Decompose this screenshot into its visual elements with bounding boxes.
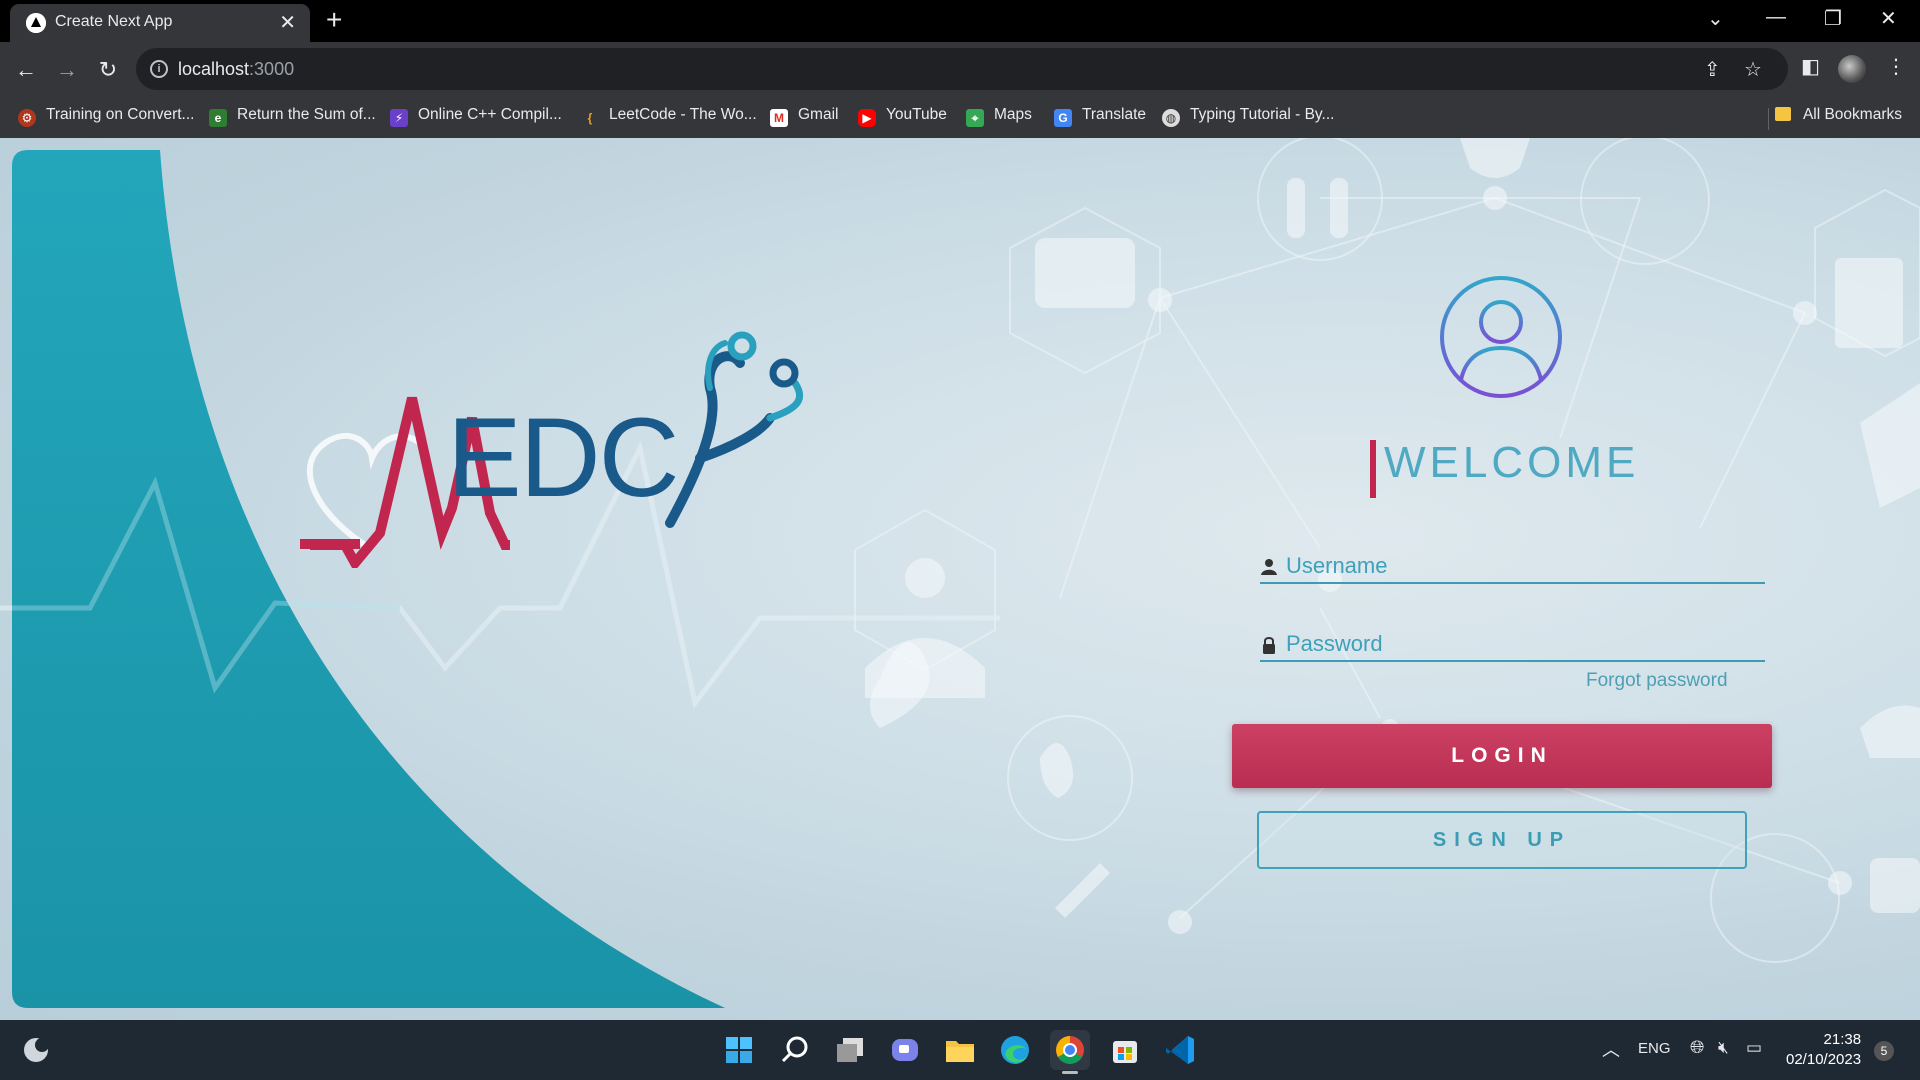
bookmark-item[interactable]: G Translate	[1054, 106, 1146, 130]
notification-badge[interactable]: 5	[1874, 1041, 1894, 1061]
bookmark-label: Return the Sum of...	[237, 106, 376, 123]
share-icon[interactable]: ⇪	[1704, 57, 1721, 82]
clock-date: 02/10/2023	[1786, 1051, 1862, 1068]
all-bookmarks-label: All Bookmarks	[1802, 106, 1902, 123]
windows-start-icon[interactable]	[719, 1030, 759, 1070]
url-text: localhost:3000	[178, 59, 294, 80]
bookmark-item[interactable]: ⚙ Training on Convert...	[18, 106, 194, 130]
close-window-button[interactable]: ✕	[1880, 6, 1897, 31]
login-button[interactable]: LOGIN	[1232, 724, 1772, 788]
menu-kebab-icon[interactable]: ⋮	[1886, 54, 1906, 79]
restore-button[interactable]: ❐	[1824, 6, 1842, 31]
clock-time: 21:38	[1823, 1031, 1862, 1048]
youtube-icon: ▶	[858, 109, 876, 127]
tab-title: Create Next App	[55, 13, 173, 30]
forgot-password-link[interactable]: Forgot password	[1586, 670, 1728, 692]
username-input[interactable]	[1286, 550, 1756, 582]
password-input[interactable]	[1286, 628, 1756, 660]
bookmarks-separator	[1768, 108, 1769, 130]
username-field	[1260, 550, 1765, 584]
forward-button[interactable]: →	[51, 54, 83, 86]
windows-taskbar: ︿ ENG 🌐︎ 🔇︎ ▭ 21:38 02/10/2023 5	[0, 1020, 1920, 1080]
globe-icon: ◍	[1162, 109, 1180, 127]
bookmark-star-icon[interactable]: ☆	[1744, 57, 1762, 82]
signup-button[interactable]: SIGN UP	[1257, 811, 1747, 869]
bookmark-item[interactable]: ⌖ Maps	[966, 106, 1032, 130]
bookmark-label: LeetCode - The Wo...	[609, 106, 757, 123]
network-icon[interactable]: 🌐︎	[1690, 1037, 1704, 1058]
teams-chat-icon[interactable]	[885, 1030, 925, 1070]
bookmark-label: Typing Tutorial - By...	[1190, 106, 1335, 123]
system-clock[interactable]: 21:38 02/10/2023	[1786, 1030, 1861, 1070]
gmail-icon: M	[770, 109, 788, 127]
vscode-icon[interactable]	[1160, 1030, 1200, 1070]
password-field	[1260, 628, 1765, 662]
site-info-icon[interactable]: i	[150, 60, 168, 78]
profile-avatar[interactable]	[1838, 55, 1866, 83]
all-bookmarks-button[interactable]: All Bookmarks	[1774, 106, 1902, 124]
bookmark-label: Online C++ Compil...	[418, 106, 562, 123]
bookmark-item[interactable]: e Return the Sum of...	[209, 106, 376, 130]
bolt-icon: ⚡	[390, 109, 408, 127]
bookmark-item[interactable]: ⚡ Online C++ Compil...	[390, 106, 562, 130]
battery-icon[interactable]: ▭	[1746, 1038, 1762, 1058]
back-button[interactable]: ←	[10, 54, 42, 86]
bookmark-item[interactable]: ◍ Typing Tutorial - By...	[1162, 106, 1334, 130]
welcome-text: WELCOME	[1384, 438, 1640, 487]
search-icon[interactable]	[775, 1030, 815, 1070]
bookmark-label: Maps	[994, 106, 1032, 123]
reload-button[interactable]: ↻	[92, 54, 124, 86]
translate-icon: G	[1054, 109, 1072, 127]
bookmark-label: Training on Convert...	[46, 106, 195, 123]
new-tab-button[interactable]: +	[326, 6, 342, 34]
user-icon	[1261, 559, 1277, 575]
bookmark-label: Translate	[1082, 106, 1147, 123]
microsoft-store-icon[interactable]	[1105, 1030, 1145, 1070]
side-panel-icon[interactable]: ◧	[1801, 54, 1820, 79]
lock-icon	[1263, 637, 1275, 654]
weather-widget-icon[interactable]	[16, 1030, 56, 1070]
edge-browser-icon[interactable]	[995, 1030, 1035, 1070]
tab-close-icon[interactable]: ✕	[279, 10, 296, 35]
edabit-icon: e	[209, 109, 227, 127]
minimize-button[interactable]: —	[1766, 6, 1786, 29]
tab-search-icon[interactable]: ⌄	[1707, 6, 1724, 31]
tray-overflow-icon[interactable]: ︿	[1602, 1036, 1620, 1062]
bookmark-item[interactable]: ▶ YouTube	[858, 106, 947, 130]
browser-toolbar: ← → ↻ i localhost:3000 ⇪ ☆ ◧ ⋮ ⚙ Training…	[0, 42, 1920, 138]
login-form: WELCOME Forgot password LOGIN SIGN UP	[1220, 138, 1780, 1020]
folder-icon	[1774, 107, 1791, 121]
user-avatar-icon	[1440, 276, 1562, 398]
page-viewport: EDC WELCOME Username Forgot password LOG…	[0, 138, 1920, 1020]
nextjs-favicon-icon	[26, 13, 46, 33]
bookmark-item[interactable]: { LeetCode - The Wo...	[581, 106, 757, 130]
welcome-accent-bar	[1370, 440, 1376, 498]
address-bar[interactable]: i localhost:3000 ⇪ ☆	[136, 48, 1788, 90]
leetcode-icon: {	[587, 111, 593, 125]
chrome-browser-icon[interactable]	[1050, 1030, 1090, 1074]
task-view-icon[interactable]	[830, 1030, 870, 1070]
logo-wordmark: EDC	[447, 395, 679, 520]
codewars-icon: ⚙	[18, 109, 36, 127]
bookmark-item[interactable]: M Gmail	[770, 106, 838, 130]
browser-title-bar: Create Next App ✕ + ⌄ — ❐ ✕	[0, 0, 1920, 42]
url-host: localhost	[178, 59, 250, 79]
maps-icon: ⌖	[966, 109, 984, 127]
url-port: :3000	[249, 59, 295, 79]
language-indicator[interactable]: ENG	[1638, 1040, 1671, 1057]
teal-side-panel	[12, 150, 725, 1008]
bookmark-label: Gmail	[798, 106, 839, 123]
volume-muted-icon[interactable]: 🔇︎	[1718, 1038, 1729, 1058]
file-explorer-icon[interactable]	[940, 1030, 980, 1070]
browser-tab[interactable]: Create Next App ✕	[10, 4, 310, 42]
bookmark-label: YouTube	[886, 106, 947, 123]
bookmarks-bar: ⚙ Training on Convert... e Return the Sum …	[0, 98, 1920, 138]
